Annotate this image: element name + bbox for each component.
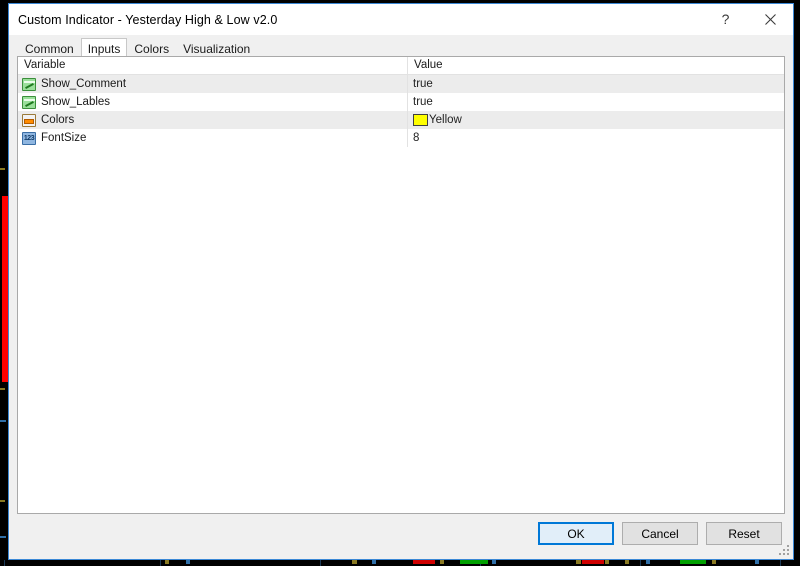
variable-cell: 123 FontSize (18, 129, 408, 147)
value-cell[interactable]: Yellow (408, 111, 784, 129)
dialog-button-bar: OK Cancel Reset (9, 522, 793, 556)
value-text: Yellow (429, 114, 462, 126)
tab-visualization[interactable]: Visualization (176, 39, 257, 56)
variable-cell: Colors (18, 111, 408, 129)
value-text: 8 (413, 132, 420, 144)
tab-common[interactable]: Common (18, 39, 81, 56)
tab-content-inputs: Variable Value Show_Comment true Show_La… (9, 56, 793, 559)
custom-indicator-dialog: Custom Indicator - Yesterday High & Low … (8, 3, 794, 560)
background-tick-mark (0, 420, 6, 422)
table-row[interactable]: Show_Lables true (18, 93, 784, 111)
inputs-table: Variable Value Show_Comment true Show_La… (17, 56, 785, 514)
column-header-value[interactable]: Value (408, 57, 784, 74)
number-icon: 123 (22, 131, 36, 145)
help-button[interactable]: ? (703, 4, 748, 34)
color-swatch (413, 114, 428, 126)
background-tick-mark (0, 500, 5, 502)
variable-name: Show_Lables (41, 96, 111, 108)
question-mark-icon: ? (721, 11, 730, 27)
window-title: Custom Indicator - Yesterday High & Low … (18, 12, 278, 27)
value-text: true (413, 96, 433, 108)
title-bar: Custom Indicator - Yesterday High & Low … (9, 4, 793, 35)
close-icon (765, 13, 776, 25)
table-row[interactable]: 123 FontSize 8 (18, 129, 784, 147)
table-header-row: Variable Value (18, 57, 784, 75)
value-cell[interactable]: true (408, 93, 784, 111)
value-cell[interactable]: 8 (408, 129, 784, 147)
variable-name: FontSize (41, 132, 87, 144)
column-header-variable[interactable]: Variable (18, 57, 408, 74)
cancel-button[interactable]: Cancel (622, 522, 698, 545)
tab-strip: Common Inputs Colors Visualization (9, 35, 793, 57)
resize-grip[interactable] (779, 545, 791, 557)
boolean-icon (22, 77, 36, 91)
color-icon (22, 113, 36, 127)
variable-cell: Show_Comment (18, 75, 408, 93)
variable-name: Colors (41, 114, 75, 126)
table-row[interactable]: Show_Comment true (18, 75, 784, 93)
ok-button[interactable]: OK (538, 522, 614, 545)
tab-inputs[interactable]: Inputs (80, 38, 128, 57)
background-tick-mark (0, 536, 6, 538)
reset-button[interactable]: Reset (706, 522, 782, 545)
background-tick-mark (0, 168, 5, 170)
boolean-icon (22, 95, 36, 109)
variable-name: Show_Comment (41, 78, 127, 90)
tab-colors[interactable]: Colors (127, 39, 176, 56)
value-text: true (413, 78, 433, 90)
value-cell[interactable]: true (408, 75, 784, 93)
close-button[interactable] (748, 4, 793, 34)
background-candlestick-strip (0, 560, 800, 566)
table-row[interactable]: Colors Yellow (18, 111, 784, 129)
variable-cell: Show_Lables (18, 93, 408, 111)
background-tick-mark (0, 388, 5, 390)
